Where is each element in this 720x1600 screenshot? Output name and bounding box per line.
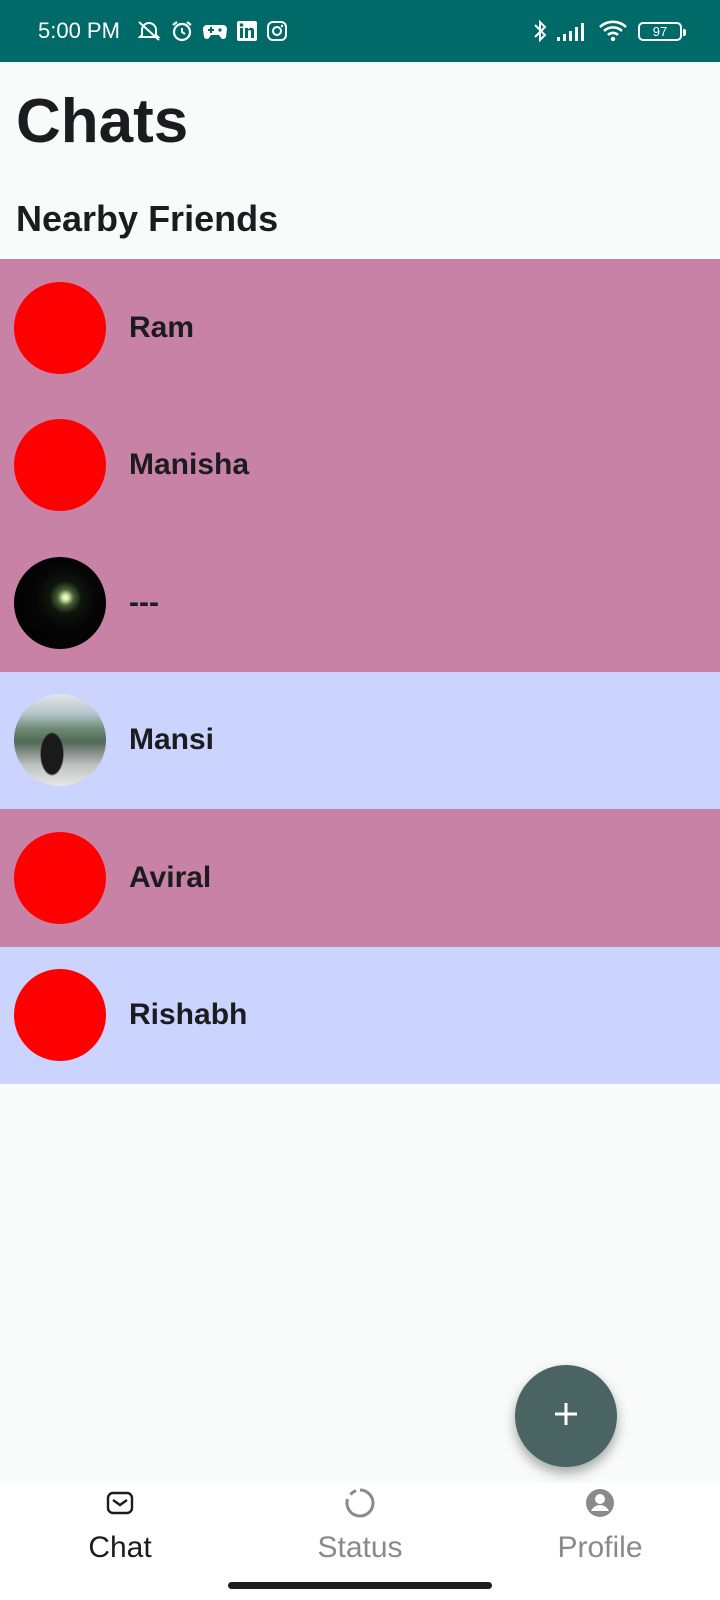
- section-title: Nearby Friends: [16, 198, 279, 239]
- friend-name: Manisha: [129, 448, 250, 482]
- alarm-icon: [170, 19, 194, 43]
- status-icon: [344, 1487, 376, 1519]
- friend-row-manisha[interactable]: Manisha: [0, 396, 720, 534]
- friend-row-aviral[interactable]: Aviral: [0, 809, 720, 947]
- status-right: 97: [524, 18, 686, 44]
- friend-row-mansi[interactable]: Mansi: [0, 671, 720, 809]
- plus-icon: [551, 1399, 581, 1434]
- avatar: [14, 694, 106, 787]
- nav-label: Status: [317, 1531, 403, 1564]
- nav-chat[interactable]: Chat: [0, 1483, 240, 1600]
- nav-profile[interactable]: Profile: [480, 1483, 720, 1600]
- status-time: 5:00 PM: [38, 18, 120, 43]
- page-title: Chats: [16, 87, 189, 156]
- signal-icon: [556, 20, 590, 42]
- nav-label: Chat: [88, 1531, 152, 1564]
- avatar: [14, 419, 106, 512]
- home-indicator[interactable]: [228, 1582, 492, 1589]
- avatar: [14, 831, 106, 924]
- linkedin-icon: [236, 20, 258, 42]
- friend-name: Aviral: [129, 860, 212, 894]
- nav-label: Profile: [557, 1531, 643, 1564]
- status-bar: 5:00 PM 97: [0, 0, 720, 62]
- friend-name: Rishabh: [129, 998, 248, 1032]
- bluetooth-icon: [532, 18, 548, 44]
- friend-row-ram[interactable]: Ram: [0, 259, 720, 397]
- friend-name: ---: [129, 585, 159, 619]
- friend-list: Ram Manisha --- Mansi Aviral Rishabh: [0, 259, 720, 1084]
- battery-level: 97: [652, 23, 668, 39]
- status-left: 5:00 PM: [38, 18, 288, 44]
- wifi-icon: [598, 19, 628, 43]
- add-chat-button[interactable]: [515, 1365, 617, 1467]
- avatar: [14, 556, 106, 649]
- friend-row-unnamed[interactable]: ---: [0, 534, 720, 672]
- friend-name: Ram: [129, 310, 195, 344]
- friend-row-rishabh[interactable]: Rishabh: [0, 946, 720, 1084]
- alarm-off-icon: [136, 19, 162, 43]
- profile-icon: [584, 1487, 616, 1519]
- friend-name: Mansi: [129, 723, 215, 757]
- instagram-icon: [266, 20, 288, 42]
- chat-icon: [104, 1487, 136, 1519]
- avatar: [14, 969, 106, 1062]
- game-controller-icon: [202, 20, 228, 42]
- avatar: [14, 281, 106, 374]
- battery-icon: 97: [638, 21, 686, 41]
